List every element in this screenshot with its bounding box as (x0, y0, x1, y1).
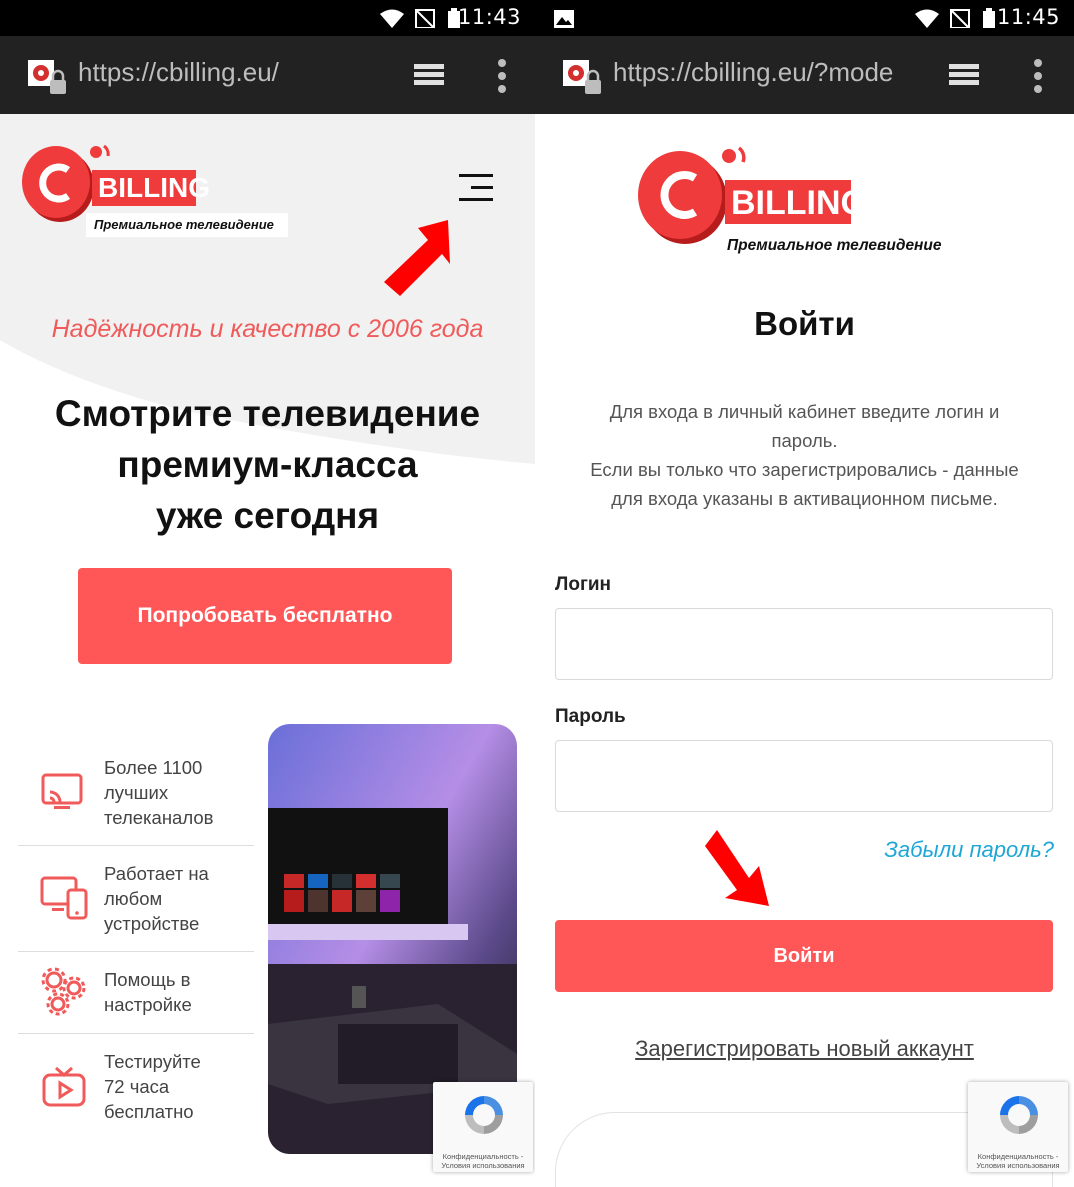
feature-line: 72 часа (104, 1076, 170, 1097)
hero-headline-line: премиум-класса (117, 444, 418, 485)
cast-tv-icon (41, 773, 83, 809)
recaptcha-terms-link[interactable]: Условия использования (433, 1161, 533, 1170)
wifi-icon (380, 9, 404, 28)
instruction-line: Если вы только что зарегистрировались - … (590, 459, 1019, 480)
recaptcha-privacy-link[interactable]: Конфиденциальность - (968, 1152, 1068, 1161)
tabs-icon[interactable] (412, 60, 448, 90)
tv-play-icon (42, 1066, 86, 1107)
recaptcha-terms-link[interactable]: Условия использования (968, 1161, 1068, 1170)
feature-text: Работает на любом устройстве (104, 861, 209, 936)
red-arrow-annotation (705, 830, 769, 906)
password-label: Пароль (555, 706, 626, 727)
browser-toolbar: https://cbilling.eu/?mode (535, 36, 1074, 114)
feature-line: Помощь в (104, 969, 191, 990)
try-free-button[interactable]: Попробовать бесплатно (78, 568, 452, 664)
feature-line: настройке (104, 994, 192, 1015)
recaptcha-links[interactable]: Конфиденциальность - Условия использован… (433, 1152, 533, 1170)
feature-line: любом (104, 888, 163, 909)
brand-logo[interactable]: BILLING Премиальное телевидение (18, 140, 298, 244)
recaptcha-icon (1000, 1096, 1038, 1134)
feature-text: Более 1100 лучших телеканалов (104, 755, 213, 830)
feature-line: Работает на (104, 863, 209, 884)
login-submit-button[interactable]: Войти (555, 920, 1053, 992)
feature-item: Помощь в настройке (18, 952, 254, 1034)
feature-line: телеканалов (104, 807, 214, 828)
url-text[interactable]: https://cbilling.eu/ (78, 57, 408, 88)
site-favicon-lock-icon[interactable] (28, 60, 68, 96)
status-bar: 11:43 (0, 0, 535, 36)
feature-line: устройстве (104, 913, 200, 934)
url-text[interactable]: https://cbilling.eu/?mode (613, 57, 915, 88)
feature-line: Более 1100 (104, 757, 203, 778)
recaptcha-badge[interactable]: Конфиденциальность - Условия использован… (968, 1082, 1068, 1172)
battery-icon (983, 8, 995, 28)
feature-item: Работает на любом устройстве (18, 846, 254, 952)
feature-line: бесплатно (104, 1101, 194, 1122)
recaptcha-links[interactable]: Конфиденциальность - Условия использован… (968, 1152, 1068, 1170)
no-signal-icon (950, 9, 970, 28)
no-signal-icon (415, 9, 435, 28)
feature-item: Тестируйте 72 часа бесплатно (18, 1034, 254, 1140)
overflow-menu-icon[interactable] (497, 58, 507, 94)
overflow-menu-icon[interactable] (1033, 58, 1043, 94)
feature-text: Тестируйте 72 часа бесплатно (104, 1049, 201, 1124)
instruction-line: Для входа в личный кабинет введите логин… (609, 401, 1000, 422)
left-screenshot: 11:43 https://cbilling.eu/ BILLING Преми… (0, 0, 535, 1187)
feature-text: Помощь в настройке (104, 967, 192, 1017)
logo-brand-text: BILLING (98, 172, 210, 203)
recaptcha-icon (465, 1096, 503, 1134)
right-screenshot: 11:45 https://cbilling.eu/?mode BILLING … (535, 0, 1074, 1187)
login-label: Логин (555, 574, 612, 595)
feature-line: Тестируйте (104, 1051, 201, 1072)
hero-headline-line: Смотрите телевидение (54, 393, 481, 434)
login-input[interactable] (555, 608, 1053, 680)
recaptcha-badge[interactable]: Конфиденциальность - Условия использован… (433, 1082, 533, 1172)
status-time: 11:43 (457, 5, 521, 29)
tagline: Надёжность и качество с 2006 года (51, 315, 484, 343)
recaptcha-privacy-link[interactable]: Конфиденциальность - (433, 1152, 533, 1161)
password-input[interactable] (555, 740, 1053, 812)
red-arrow-annotation (384, 220, 450, 296)
login-title: Войти (754, 305, 855, 342)
logo-subtitle: Премиальное телевидение (727, 237, 942, 254)
wifi-icon (915, 9, 939, 28)
devices-icon (40, 876, 88, 920)
forgot-password-link[interactable]: Забыли пароль? (884, 837, 1054, 863)
hamburger-menu-icon[interactable] (457, 172, 495, 204)
tabs-icon[interactable] (947, 60, 983, 90)
gears-icon (41, 967, 86, 1016)
gallery-notification-icon (554, 10, 574, 28)
browser-toolbar: https://cbilling.eu/ (0, 36, 535, 114)
register-link[interactable]: Зарегистрировать новый аккаунт (535, 1036, 1074, 1062)
hero-headline: Смотрите телевидение премиум-класса уже … (0, 388, 535, 541)
logo-brand-text: BILLING (731, 184, 867, 222)
hero-headline-line: уже сегодня (155, 495, 380, 536)
instruction-line: для входа указаны в активационном письме… (611, 488, 998, 509)
status-time: 11:45 (996, 5, 1060, 29)
site-favicon-lock-icon[interactable] (563, 60, 603, 96)
feature-line: лучших (104, 782, 169, 803)
feature-item: Более 1100 лучших телеканалов (18, 740, 254, 846)
status-bar: 11:45 (535, 0, 1074, 36)
instruction-line: пароль. (771, 430, 838, 451)
logo-subtitle: Премиальное телевидение (94, 217, 274, 232)
login-instructions: Для входа в личный кабинет введите логин… (550, 397, 1059, 513)
brand-logo[interactable]: BILLING Премиальное телевидение (635, 142, 975, 268)
